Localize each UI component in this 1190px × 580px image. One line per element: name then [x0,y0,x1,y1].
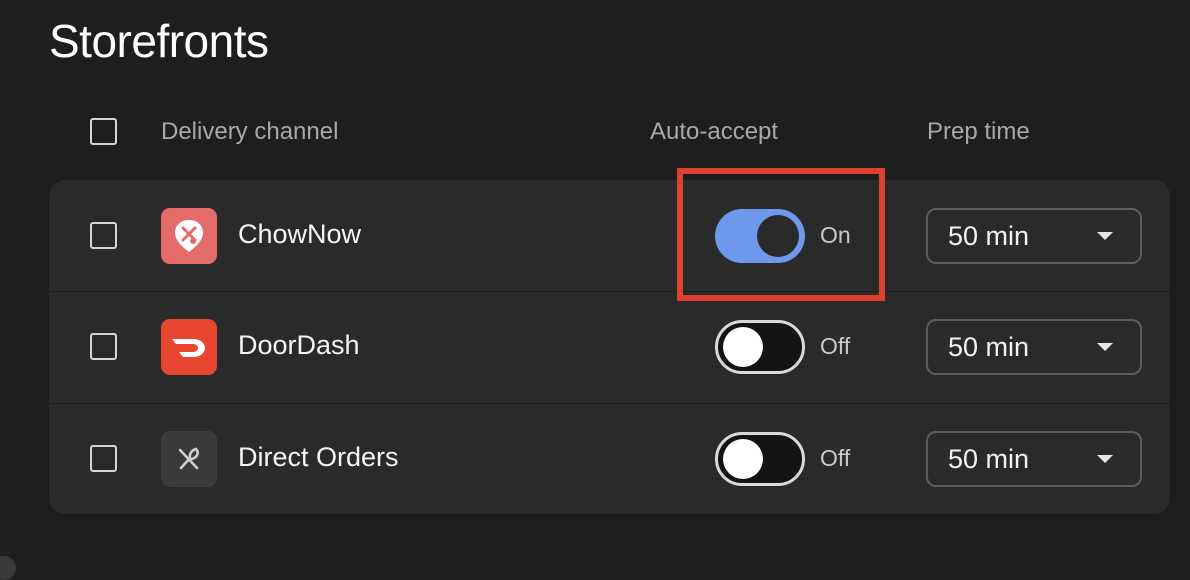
table-row: DoorDash Off 50 min [49,292,1170,403]
header-prep-time: Prep time [927,118,1030,145]
table-row: Direct Orders Off 50 min [49,404,1170,514]
chownow-logo-icon [161,208,217,264]
row-checkbox[interactable] [90,333,117,360]
storefronts-table: ChowNow On 50 min DoorDash Off 50 min Di… [49,180,1170,514]
row-checkbox[interactable] [90,445,117,472]
prep-time-select[interactable]: 50 min [926,208,1142,264]
highlight-annotation [677,168,885,301]
prep-time-value: 50 min [948,444,1030,474]
utensils-icon [161,431,217,487]
header-delivery-channel: Delivery channel [161,118,339,145]
auto-accept-toggle[interactable] [715,432,805,486]
table-row: ChowNow On 50 min [49,180,1170,291]
prep-time-select[interactable]: 50 min [926,319,1142,375]
prep-time-value: 50 min [948,221,1030,251]
channel-name: Direct Orders [238,442,399,472]
channel-name: DoorDash [238,330,360,360]
row-checkbox[interactable] [90,222,117,249]
caret-down-icon [1097,455,1113,463]
auto-accept-status: Off [820,445,851,471]
prep-time-select[interactable]: 50 min [926,431,1142,487]
page-title: Storefronts [49,15,269,67]
auto-accept-status: Off [820,333,851,359]
table-header: Delivery channel Auto-accept Prep time [49,106,1170,158]
auto-accept-toggle[interactable] [715,320,805,374]
caret-down-icon [1097,343,1113,351]
select-all-checkbox[interactable] [90,118,117,145]
caret-down-icon [1097,232,1113,240]
doordash-logo-icon [161,319,217,375]
header-auto-accept: Auto-accept [650,118,779,145]
prep-time-value: 50 min [948,332,1030,362]
corner-indicator [0,556,16,580]
toggle-knob [723,439,763,479]
channel-name: ChowNow [238,219,362,249]
toggle-knob [723,327,763,367]
